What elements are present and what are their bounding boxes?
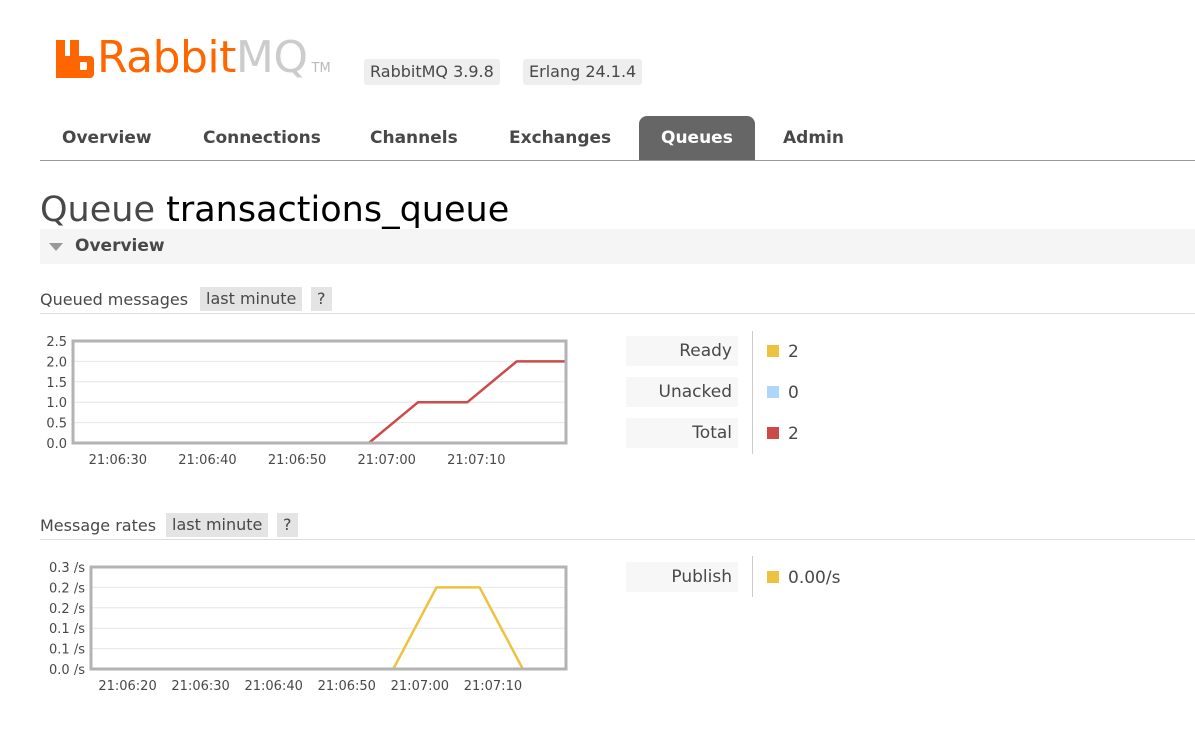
queued-messages-y-tick-label: 1.0 <box>46 396 67 411</box>
queued-messages-x-tick-label: 21:07:00 <box>358 453 416 468</box>
queued-messages-y-tick-label: 1.5 <box>46 376 67 391</box>
header: RabbitMQ TM RabbitMQ 3.9.8 Erlang 24.1.4 <box>0 0 1195 115</box>
message-rates-help-button[interactable]: ? <box>277 513 298 537</box>
tab-admin[interactable]: Admin <box>761 116 866 160</box>
tab-exchanges[interactable]: Exchanges <box>487 116 633 160</box>
ready-swatch-icon <box>767 345 779 357</box>
tab-queues[interactable]: Queues <box>639 116 755 160</box>
message-rates-x-tick-label: 21:06:50 <box>318 679 376 694</box>
legend-value-unacked: 0 <box>788 383 799 403</box>
tab-connections[interactable]: Connections <box>181 116 343 160</box>
message-rates-y-tick-label: 0.1 /s <box>49 622 85 637</box>
legend-label-unacked: Unacked <box>626 377 738 407</box>
legend-divider <box>752 556 753 597</box>
page-title: Queue transactions_queue <box>40 188 509 232</box>
message-rates-y-tick-label: 0.3 /s <box>49 561 85 576</box>
logo-trademark: TM <box>311 61 331 76</box>
legend-label-total: Total <box>626 418 738 448</box>
queued-messages-y-tick-label: 0.5 <box>46 417 67 432</box>
legend-label-publish: Publish <box>626 562 738 592</box>
message-rates-y-tick-label: 0.0 /s <box>49 663 85 678</box>
queued-messages-plot-frame <box>71 339 568 445</box>
queued-messages-x-tick-label: 21:06:50 <box>268 453 326 468</box>
logo-wordmark: RabbitMQ <box>97 32 308 83</box>
queued-messages-y-tick-label: 0.0 <box>46 437 67 452</box>
message-rates-x-tick-label: 21:07:10 <box>464 679 522 694</box>
queued-messages-chart: 2.5 2.0 1.5 1.0 0.5 0.0 21:06:30 21:06:40 21:06:… <box>46 335 568 468</box>
tab-channels[interactable]: Channels <box>348 116 480 160</box>
main-nav-tabs: Overview Connections Channels Exchanges … <box>40 116 1195 161</box>
total-swatch-icon <box>767 427 779 439</box>
message-rates-x-tick-label: 21:06:20 <box>98 679 156 694</box>
rabbitmq-version-badge: RabbitMQ 3.9.8 <box>364 59 500 85</box>
message-rates-y-tick-label: 0.1 /s <box>49 643 85 658</box>
message-rates-range-button[interactable]: last minute <box>166 513 269 537</box>
message-rates-x-tick-label: 21:07:00 <box>391 679 449 694</box>
queued-messages-header: Queued messages last minute ? <box>40 287 1195 314</box>
queued-messages-x-tick-label: 21:07:10 <box>447 453 505 468</box>
queued-messages-title: Queued messages <box>40 290 189 309</box>
queued-messages-help-button[interactable]: ? <box>311 287 332 311</box>
queued-messages-x-tick-label: 21:06:40 <box>178 453 236 468</box>
collapse-triangle-icon <box>49 243 63 251</box>
message-rates-y-tick-label: 0.2 /s <box>49 602 85 617</box>
message-rates-y-tick-label: 0.2 /s <box>49 581 85 596</box>
rabbitmq-logo[interactable]: RabbitMQ TM <box>56 32 331 83</box>
queued-messages-range-button[interactable]: last minute <box>200 287 303 311</box>
message-rates-x-tick-label: 21:06:40 <box>244 679 302 694</box>
overview-section-label: Overview <box>75 236 165 256</box>
overview-section-toggle[interactable]: Overview <box>40 229 1195 264</box>
message-rates-chart: 0.3 /s 0.2 /s 0.2 /s 0.1 /s 0.1 /s 0.0 /s 21:0… <box>49 561 568 694</box>
message-rates-header: Message rates last minute ? <box>40 513 1195 540</box>
queue-name: transactions_queue <box>166 190 510 230</box>
rabbitmq-logo-icon <box>56 40 94 78</box>
legend-label-ready: Ready <box>626 336 738 366</box>
legend-value-publish: 0.00/s <box>788 568 841 588</box>
queued-messages-x-tick-label: 21:06:30 <box>89 453 147 468</box>
erlang-version-badge: Erlang 24.1.4 <box>523 59 643 85</box>
queued-messages-y-tick-label: 2.0 <box>46 355 67 370</box>
queued-messages-y-tick-label: 2.5 <box>46 335 67 350</box>
legend-value-total: 2 <box>788 424 799 444</box>
message-rates-title: Message rates <box>40 516 157 535</box>
legend-divider <box>752 331 753 454</box>
legend-value-ready: 2 <box>788 342 799 362</box>
publish-swatch-icon <box>767 571 779 583</box>
page-title-prefix: Queue <box>40 190 155 230</box>
unacked-swatch-icon <box>767 386 779 398</box>
tab-overview[interactable]: Overview <box>40 116 174 160</box>
message-rates-x-tick-label: 21:06:30 <box>171 679 229 694</box>
